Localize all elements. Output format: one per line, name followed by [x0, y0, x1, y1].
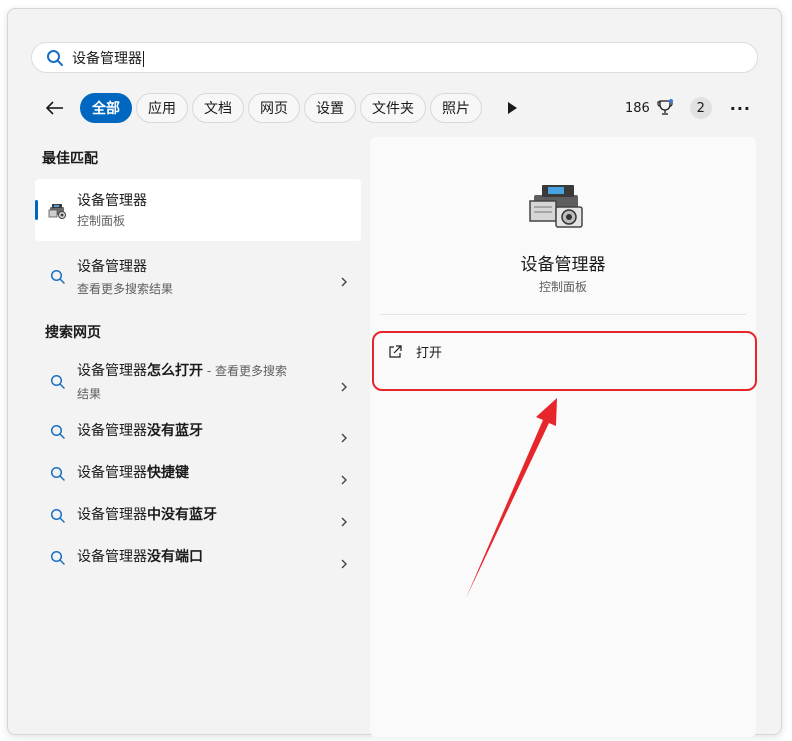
- more-results-title: 设备管理器: [77, 259, 147, 275]
- preview-title: 设备管理器: [520, 255, 606, 275]
- text-caret: [143, 50, 144, 67]
- web-result-keyword: 没有蓝牙: [147, 423, 203, 439]
- web-result-item[interactable]: 设备管理器没有蓝牙: [35, 421, 361, 445]
- web-result-prefix: 设备管理器: [77, 465, 147, 481]
- more-results-subtitle: 查看更多搜索结果: [77, 282, 174, 296]
- selection-indicator: [35, 200, 38, 220]
- web-result-prefix: 设备管理器: [77, 549, 147, 565]
- best-match-title: 设备管理器: [77, 193, 147, 209]
- web-result-item[interactable]: 设备管理器没有端口: [35, 547, 361, 571]
- highlight-annotation-box: [372, 331, 757, 391]
- device-manager-icon: [48, 201, 68, 221]
- filter-chip-documents[interactable]: 文档: [192, 93, 244, 123]
- filter-chip-photos[interactable]: 照片: [430, 93, 482, 123]
- rewards-points: 186: [624, 100, 650, 116]
- search-icon: [50, 374, 66, 390]
- filter-chip-folders[interactable]: 文件夹: [360, 93, 426, 123]
- web-result-keyword: 快捷键: [147, 465, 189, 481]
- search-icon: [46, 49, 64, 67]
- web-result-item[interactable]: 设备管理器怎么打开 - 查看更多搜索 结果: [35, 361, 361, 405]
- filter-chip-settings[interactable]: 设置: [304, 93, 356, 123]
- back-arrow-icon[interactable]: [41, 94, 69, 122]
- divider: [380, 314, 746, 315]
- web-result-prefix: 设备管理器: [77, 423, 147, 439]
- search-icon: [50, 269, 66, 285]
- chevron-right-icon: [339, 377, 349, 392]
- chevron-right-icon: [339, 428, 349, 443]
- web-result-prefix: 设备管理器: [77, 363, 147, 379]
- filter-chip-web[interactable]: 网页: [248, 93, 300, 123]
- more-results-item[interactable]: 设备管理器 查看更多搜索结果: [35, 255, 361, 299]
- web-result-keyword: 没有端口: [147, 549, 203, 565]
- web-result-keyword: 怎么打开: [147, 363, 203, 379]
- preview-pane: 设备管理器 控制面板 打开: [370, 137, 757, 737]
- more-options-icon[interactable]: ···: [730, 99, 751, 118]
- web-search-heading: 搜索网页: [45, 325, 101, 341]
- rewards-trophy-icon[interactable]: [656, 99, 674, 117]
- chevron-right-icon: [339, 470, 349, 485]
- search-icon: [50, 424, 66, 440]
- search-icon: [50, 466, 66, 482]
- best-match-result[interactable]: 设备管理器 控制面板: [35, 179, 361, 241]
- header-tools: 186 2 ···: [625, 96, 751, 120]
- search-window: 设备管理器 全部 应用 文档 网页 设置 文件夹 照片 186 2 ··· 最佳…: [7, 8, 782, 737]
- web-result-hint-line2: 结果: [77, 387, 102, 401]
- web-result-item[interactable]: 设备管理器中没有蓝牙: [35, 505, 361, 529]
- web-result-hint: - 查看更多搜索: [203, 364, 287, 378]
- filter-chip-apps[interactable]: 应用: [136, 93, 188, 123]
- chevron-right-icon: [339, 272, 349, 287]
- search-icon: [50, 508, 66, 524]
- search-input[interactable]: 设备管理器: [31, 42, 758, 73]
- filter-bar: 全部 应用 文档 网页 设置 文件夹 照片: [41, 93, 524, 123]
- web-result-keyword: 中没有蓝牙: [147, 507, 217, 523]
- web-result-prefix: 设备管理器: [77, 507, 147, 523]
- search-query-text: 设备管理器: [72, 50, 142, 67]
- web-result-item[interactable]: 设备管理器快捷键: [35, 463, 361, 487]
- notification-count-badge[interactable]: 2: [689, 97, 712, 119]
- filter-chip-all[interactable]: 全部: [80, 93, 132, 123]
- best-match-subtitle: 控制面板: [77, 214, 126, 228]
- device-manager-large-icon: [528, 181, 590, 231]
- play-more-filters-icon[interactable]: [500, 96, 524, 120]
- preview-subtitle: 控制面板: [538, 280, 587, 294]
- chevron-right-icon: [339, 512, 349, 527]
- chevron-right-icon: [339, 554, 349, 569]
- best-match-heading: 最佳匹配: [42, 151, 98, 167]
- search-icon: [50, 550, 66, 566]
